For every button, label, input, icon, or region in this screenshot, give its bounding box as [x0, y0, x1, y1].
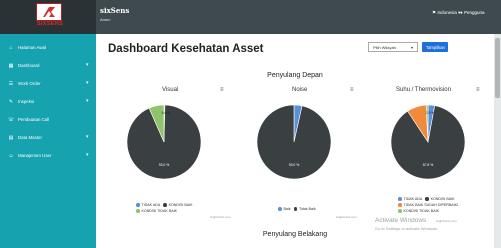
sidebar-item[interactable]: ☺ Manajemen User ▾ — [0, 148, 96, 164]
user-icon: ● — [460, 10, 463, 15]
language-selector[interactable]: ⚑ Indonesia ▾ — [432, 10, 460, 16]
flag-icon: ⚑ — [432, 10, 437, 15]
pie-chart-thermo: 2.9 % 87.8 % — [390, 104, 466, 180]
chevron-down-icon: ▾ — [86, 80, 89, 86]
legend-item[interactable]: TIDAK ADA — [398, 197, 422, 201]
region-select-value: Pilih Wilayah — [373, 45, 396, 50]
legend-item[interactable]: KONDISI BAIK — [163, 203, 193, 207]
pie-data-label: 6.6 % — [162, 111, 171, 115]
app-title: sixSens — [100, 6, 130, 15]
user-menu[interactable]: ● Pengguna — [460, 10, 485, 15]
work-order-icon: ☰ — [8, 81, 14, 87]
legend-item[interactable]: KONDISI BAIK — [425, 197, 455, 201]
chevron-down-icon: ▾ — [86, 152, 89, 158]
data-master-icon: ▤ — [8, 135, 14, 141]
chart-title-visual: Visual — [162, 87, 179, 93]
highcharts-credit[interactable]: Highcharts.com — [210, 215, 231, 219]
sidebar-item[interactable]: ☰ Work Order ▾ — [0, 76, 96, 92]
legend-item[interactable]: TIDAK ADA — [136, 203, 160, 207]
logo — [36, 3, 62, 21]
sidebar-item[interactable]: ▦ Dashboard ▾ — [0, 58, 96, 74]
show-button[interactable]: Tampilkan — [422, 42, 448, 52]
legend-visual: TIDAK ADA KONDISI BAIK KONDISI TIDAK BAI… — [136, 203, 193, 213]
language-label: Indonesia — [437, 10, 457, 15]
chart-title-thermo: Suhu / Thermovision — [396, 87, 451, 93]
scrollbar[interactable] — [494, 34, 501, 248]
region-select[interactable]: Pilih Wilayah ▾ — [368, 42, 418, 52]
sidebar-item[interactable]: ▤ Data Master ▾ — [0, 130, 96, 146]
chart-title-noise: Noise — [292, 87, 308, 93]
legend-noise: Baik Tidak Baik — [278, 207, 316, 211]
home-icon: ⌂ — [9, 45, 13, 51]
sidebar-item-label: Dashboard — [18, 63, 40, 68]
user-icon: ☺ — [8, 153, 14, 159]
inspection-icon: ✎ — [8, 99, 14, 105]
sidebar-item[interactable]: ⌂ Halaman Awal — [0, 40, 96, 56]
top-header: SIXSENS sixSens Amen ⚑ Indonesia ▾ ● Pen… — [0, 0, 501, 34]
hamburger-menu-icon[interactable]: ≡ — [350, 87, 354, 93]
show-button-label: Tampilkan — [426, 44, 445, 50]
main-content: Dashboard Kesehatan Asset Pilih Wilayah … — [96, 34, 494, 248]
chevron-down-icon: ▾ — [86, 62, 89, 68]
pie-data-label: 2.9 % — [426, 111, 435, 115]
sidebar-item-label: Pembuatan Call — [18, 117, 50, 122]
section-title-front: Penyulang Depan — [267, 72, 323, 79]
highcharts-credit[interactable]: Highcharts.com — [436, 219, 457, 223]
sidebar-item-label: Work Order — [18, 81, 41, 86]
app-subtitle: Amen — [100, 17, 111, 22]
logo-text: SIXSENS — [37, 21, 63, 27]
legend-item[interactable]: KONDISI TIDAK BAIK — [398, 209, 439, 213]
user-label: Pengguna — [463, 10, 485, 15]
page-title: Dashboard Kesehatan Asset — [108, 43, 264, 55]
chevron-down-icon: ▾ — [86, 98, 89, 104]
brand-area[interactable]: SIXSENS — [0, 0, 96, 34]
legend-item[interactable]: KONDISI TIDAK BAIK — [136, 209, 177, 213]
pie-chart-noise: 93.0 % — [256, 104, 332, 180]
legend-item[interactable]: Baik — [278, 207, 291, 211]
highcharts-credit[interactable]: Highcharts.com — [336, 215, 357, 219]
sidebar-item[interactable]: ☏ Pembuatan Call — [0, 112, 96, 128]
legend-thermo: TIDAK ADA KONDISI BAIK TIDAK BAIK SUDAH … — [398, 197, 458, 213]
sidebar: ⌂ Halaman Awal ▦ Dashboard ▾ ☰ Work Order ▾ ✎ Ins… — [0, 34, 96, 248]
hamburger-menu-icon[interactable]: ≡ — [476, 87, 480, 93]
sidebar-item-label: Data Master — [18, 135, 42, 140]
dashboard-icon: ▦ — [8, 63, 14, 69]
chevron-down-icon: ▾ — [86, 134, 89, 140]
activate-windows-title: Activate Windows — [375, 217, 427, 224]
sidebar-item-label: Manajemen User — [18, 153, 52, 158]
pie-slice-tidak-baik[interactable] — [256, 104, 332, 180]
activate-windows-subtitle: Go to Settings to activate Windows. — [375, 226, 439, 231]
sidebar-item-label: Halaman Awal — [18, 45, 46, 50]
pie-data-label: 87.8 % — [423, 163, 434, 167]
pie-chart-visual: 6.6 % 93.0 % — [126, 104, 202, 180]
call-icon: ☏ — [8, 117, 15, 123]
pie-data-label: 93.0 % — [289, 163, 300, 167]
pie-data-label: 93.0 % — [159, 163, 170, 167]
hamburger-menu-icon[interactable]: ≡ — [220, 87, 224, 93]
chevron-down-icon: ▾ — [411, 45, 414, 50]
legend-item[interactable]: TIDAK BAIK SUDAH DIPERBAIKI — [398, 203, 458, 207]
app-window: SIXSENS sixSens Amen ⚑ Indonesia ▾ ● Pen… — [0, 0, 501, 248]
scrollbar-thumb[interactable] — [495, 38, 500, 98]
sidebar-item-label: Inspeksi — [18, 99, 35, 104]
legend-item[interactable]: Tidak Baik — [293, 207, 316, 211]
section-title-back: Penyulang Belakang — [262, 231, 328, 238]
sidebar-item[interactable]: ✎ Inspeksi ▾ — [0, 94, 96, 110]
